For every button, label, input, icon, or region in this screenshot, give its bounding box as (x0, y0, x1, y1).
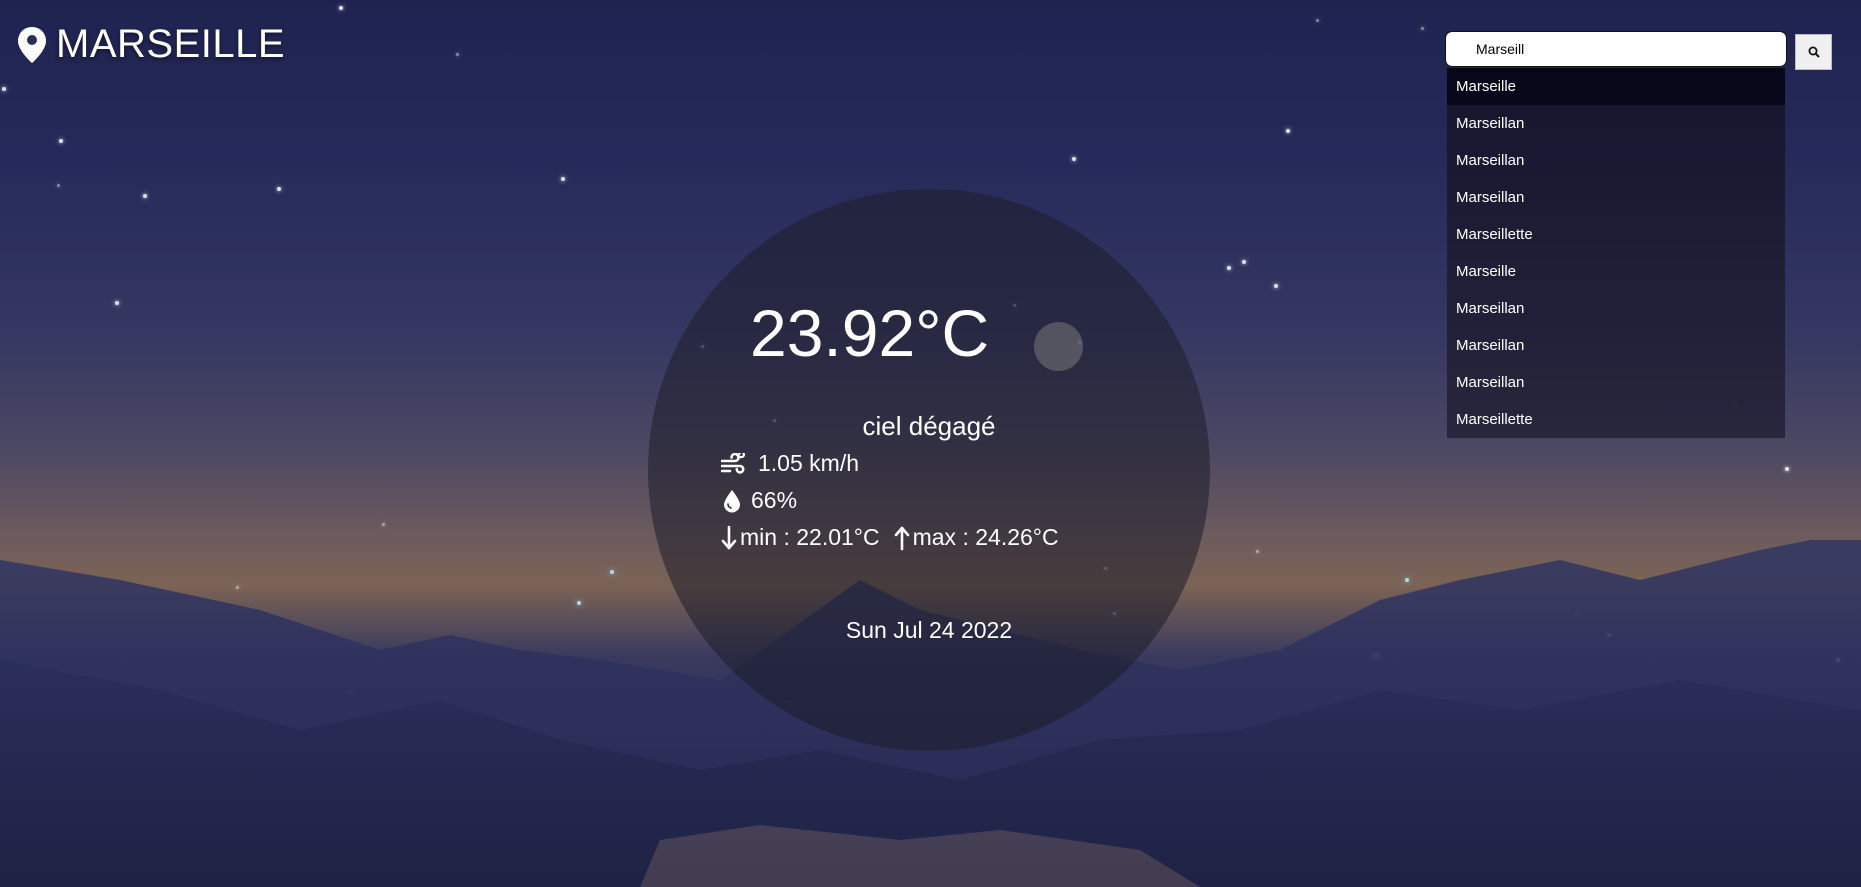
suggestion-item[interactable]: Marseillan (1447, 179, 1785, 216)
star (236, 586, 239, 589)
suggestion-item[interactable]: Marseillette (1447, 401, 1785, 438)
wind-speed: 1.05 km/h (758, 450, 859, 476)
search-icon (1808, 46, 1820, 58)
star (610, 570, 614, 574)
wind-info: 1.05 km/h (721, 450, 859, 477)
search-input[interactable] (1445, 31, 1787, 67)
star (577, 601, 581, 605)
star (1256, 550, 1259, 553)
suggestion-item[interactable]: Marseillan (1447, 364, 1785, 401)
humidity-value: 66% (751, 487, 798, 513)
wind-icon (721, 452, 746, 475)
min-max-info: min : 22.01°C max : 24.26°C (721, 524, 1059, 551)
star (1072, 157, 1076, 161)
star (339, 6, 343, 10)
suggestion-item[interactable]: Marseillan (1447, 105, 1785, 142)
search-button[interactable] (1795, 34, 1832, 70)
star (1227, 266, 1231, 270)
star (1316, 19, 1319, 22)
star (1374, 654, 1378, 658)
star (348, 690, 351, 693)
humidity-info: 66% (721, 487, 797, 514)
star (561, 177, 565, 181)
star (1785, 467, 1789, 471)
weather-description: ciel dégagé (862, 411, 996, 441)
star (115, 301, 119, 305)
star (1286, 129, 1290, 133)
current-date: Sun Jul 24 2022 (845, 617, 1013, 643)
city-name: MARSEILLE (56, 22, 286, 66)
star (2, 87, 6, 91)
star (57, 184, 60, 187)
star (382, 523, 385, 526)
suggestion-item[interactable]: Marseillan (1447, 327, 1785, 364)
star (277, 187, 281, 191)
weather-condition-icon (1034, 322, 1083, 371)
map-pin-icon (17, 26, 47, 64)
suggestion-item[interactable]: Marseillan (1447, 290, 1785, 327)
temperature: 23.92°C (750, 296, 990, 370)
star (1274, 284, 1278, 288)
suggestion-item[interactable]: Marseille (1447, 68, 1785, 105)
star (1157, 767, 1161, 771)
star (59, 139, 63, 143)
star (143, 194, 147, 198)
star (1405, 578, 1409, 582)
star (1836, 658, 1840, 662)
max-temperature: max : 24.26°C (912, 524, 1059, 550)
suggestion-item[interactable]: Marseillette (1447, 216, 1785, 253)
search-suggestions: Marseille Marseillan Marseillan Marseill… (1447, 68, 1785, 438)
arrow-down-icon (721, 525, 737, 551)
city-header: MARSEILLE (17, 22, 285, 67)
droplet-icon (723, 489, 741, 513)
star (1575, 612, 1578, 615)
star (456, 53, 459, 56)
suggestion-item[interactable]: Marseillan (1447, 142, 1785, 179)
suggestion-item[interactable]: Marseille (1447, 253, 1785, 290)
arrow-up-icon (894, 525, 910, 551)
star (1607, 633, 1611, 637)
min-temperature: min : 22.01°C (740, 524, 880, 550)
star (1421, 27, 1424, 30)
star (1242, 260, 1246, 264)
